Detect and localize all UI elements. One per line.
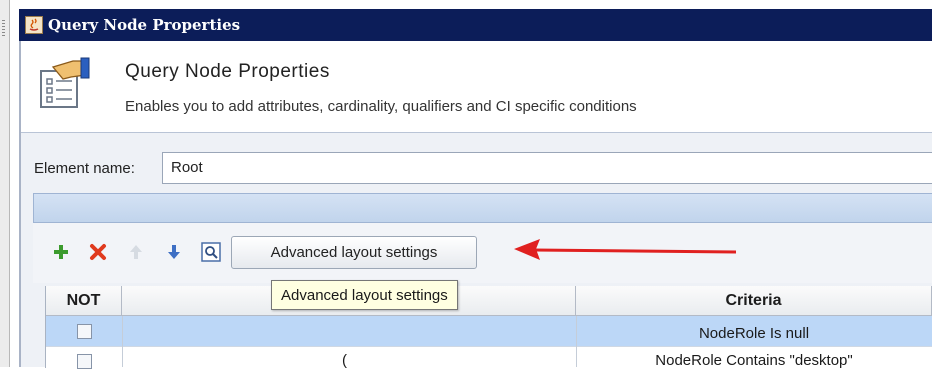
- not-checkbox[interactable]: [77, 324, 92, 339]
- column-header-criteria[interactable]: Criteria: [576, 286, 932, 316]
- header-description: Enables you to add attributes, cardinali…: [125, 98, 637, 115]
- move-up-icon: [126, 242, 146, 262]
- element-name-input[interactable]: Root: [162, 152, 932, 184]
- preview-icon[interactable]: [201, 242, 221, 262]
- paren-cell: (: [342, 352, 347, 369]
- window-titlebar: Query Node Properties: [19, 9, 932, 41]
- properties-icon: [35, 55, 93, 118]
- move-down-icon[interactable]: [164, 242, 184, 262]
- delete-icon[interactable]: [88, 242, 108, 262]
- add-icon[interactable]: [51, 242, 71, 262]
- column-divider: [576, 316, 577, 367]
- criteria-cell: NodeRole Contains "desktop": [655, 352, 853, 369]
- tooltip: Advanced layout settings: [271, 280, 458, 310]
- header-title: Query Node Properties: [125, 61, 330, 82]
- java-app-icon: [25, 16, 43, 34]
- left-panel-rail: [0, 0, 10, 367]
- column-divider: [122, 316, 123, 367]
- column-header-not[interactable]: NOT: [46, 286, 122, 316]
- advanced-layout-settings-button[interactable]: Advanced layout settings: [231, 236, 477, 269]
- dialog-header: Query Node Properties Enables you to add…: [21, 41, 932, 133]
- criteria-cell: NodeRole Is null: [698, 325, 810, 342]
- grip-handle[interactable]: [2, 20, 5, 38]
- section-header-band: [33, 193, 932, 223]
- element-name-label: Element name:: [34, 160, 135, 177]
- window-title: Query Node Properties: [48, 16, 241, 34]
- annotation-arrow: [510, 236, 742, 271]
